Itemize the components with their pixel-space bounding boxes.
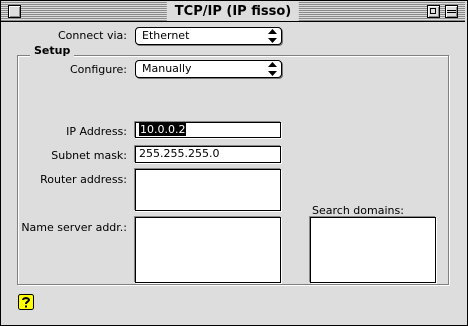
router-address-field[interactable]: [135, 169, 281, 211]
popup-arrows-icon: [268, 29, 277, 43]
connect-via-value: Ethernet: [142, 29, 190, 42]
configure-popup[interactable]: Manually: [135, 60, 282, 78]
setup-group-title: Setup: [30, 44, 75, 57]
ip-address-label: IP Address:: [66, 125, 127, 138]
configure-label: Configure:: [69, 63, 127, 76]
search-domains-label: Search domains:: [312, 204, 404, 217]
popup-arrows-icon: [268, 62, 277, 76]
subnet-mask-field[interactable]: 255.255.255.0: [135, 146, 281, 163]
subnet-mask-value: 255.255.255.0: [139, 147, 220, 160]
window-title: TCP/IP (IP fisso): [166, 2, 300, 21]
collapse-box-icon[interactable]: [445, 5, 458, 18]
ip-address-field[interactable]: 10.0.0.2: [135, 122, 281, 138]
name-server-label: Name server addr.:: [21, 221, 127, 234]
connect-via-label: Connect via:: [58, 29, 127, 42]
name-server-field[interactable]: [135, 217, 281, 283]
search-domains-field[interactable]: [310, 217, 436, 283]
router-address-label: Router address:: [40, 173, 127, 186]
configure-value: Manually: [142, 62, 192, 75]
subnet-mask-label: Subnet mask:: [51, 149, 127, 162]
title-bar[interactable]: TCP/IP (IP fisso): [1, 1, 465, 22]
zoom-box-icon[interactable]: [427, 5, 440, 18]
ip-address-value: 10.0.0.2: [139, 123, 187, 136]
close-box-icon[interactable]: [8, 5, 21, 18]
connect-via-popup[interactable]: Ethernet: [135, 27, 282, 45]
help-icon[interactable]: [18, 294, 34, 310]
